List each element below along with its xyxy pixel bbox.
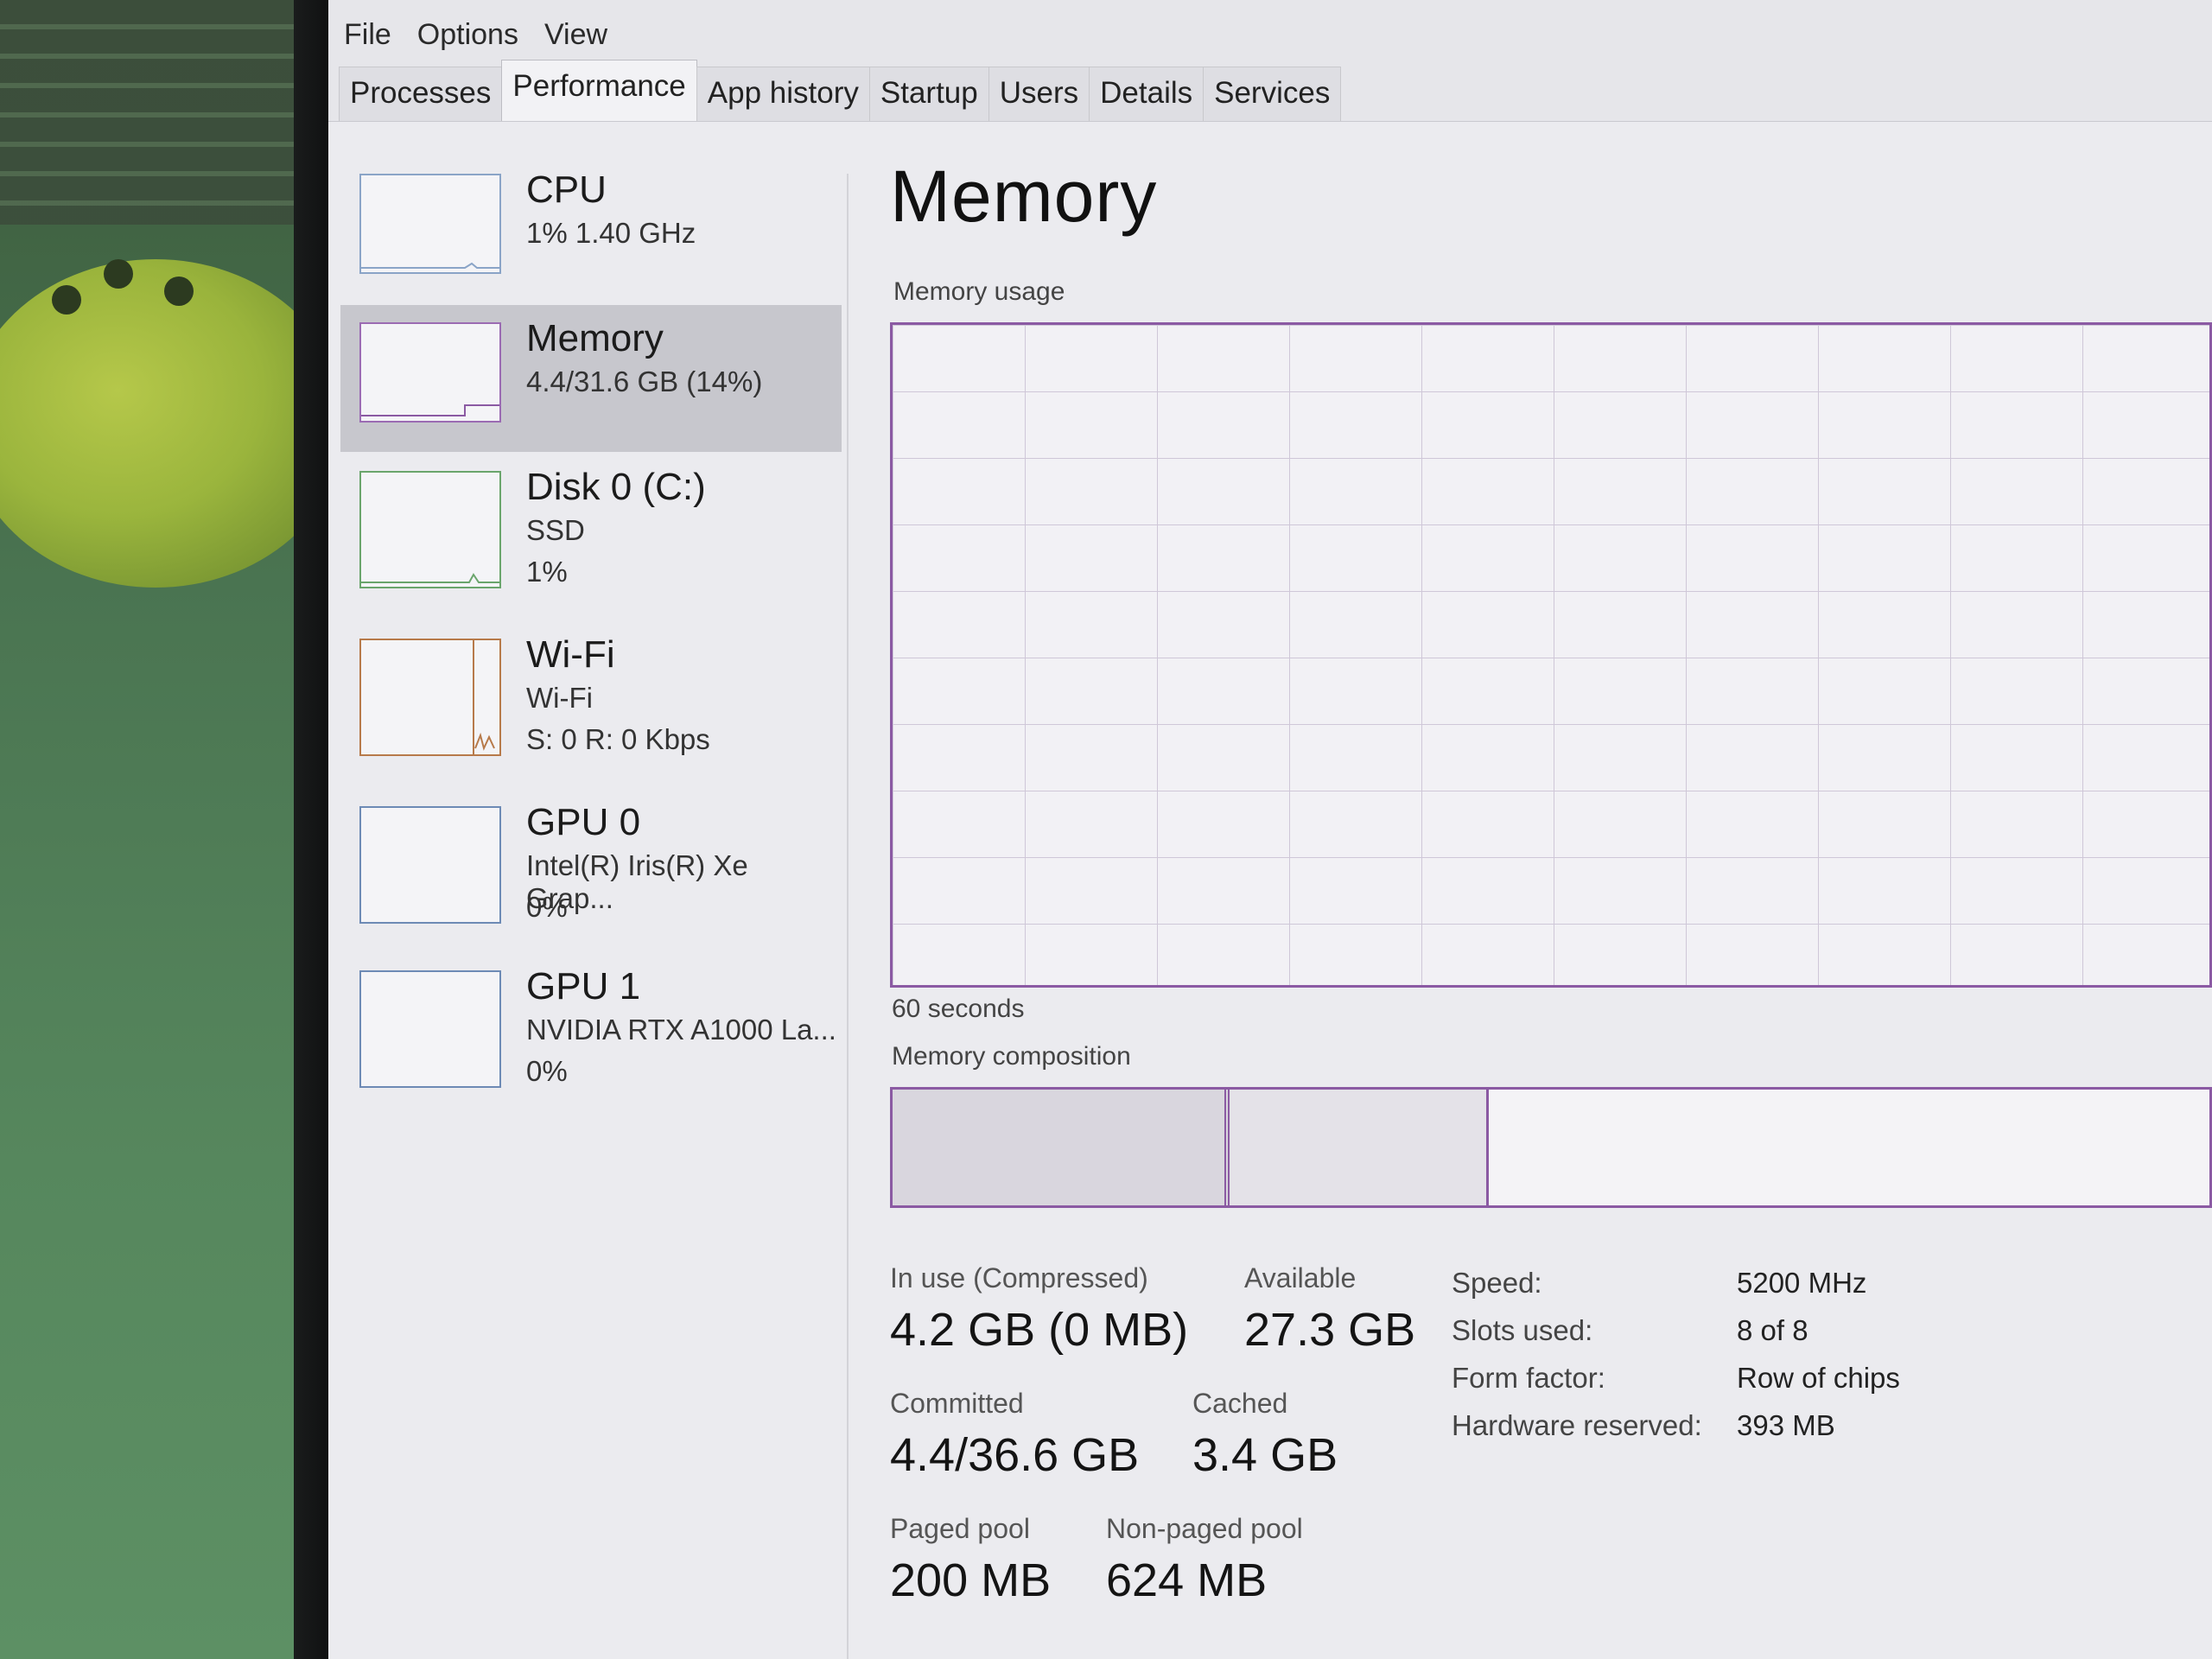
sidebar-item-title: Wi-Fi	[526, 633, 615, 676]
stat-non-paged-pool: Non-paged pool 624 MB	[1106, 1513, 1303, 1607]
detail-value: Row of chips	[1737, 1362, 1900, 1394]
sidebar-item-title: Memory	[526, 317, 664, 359]
sidebar-item-detail: SSD	[526, 514, 585, 546]
tab-processes[interactable]: Processes	[339, 67, 503, 123]
sidebar-item-value: 0%	[526, 1055, 568, 1087]
menu-file[interactable]: File	[344, 18, 391, 52]
memory-composition-bar	[890, 1087, 2212, 1208]
detail-label: Slots used:	[1452, 1314, 1593, 1346]
detail-value: 393 MB	[1737, 1409, 1835, 1441]
stat-cached: Cached 3.4 GB	[1192, 1388, 1338, 1482]
detail-value: 5200 MHz	[1737, 1267, 1867, 1299]
stat-paged-pool: Paged pool 200 MB	[890, 1513, 1051, 1607]
sidebar-item-title: GPU 0	[526, 801, 641, 843]
composition-in-use	[893, 1090, 1230, 1205]
stat-in-use: In use (Compressed) 4.2 GB (0 MB)	[890, 1262, 1188, 1357]
page-title: Memory	[890, 156, 1158, 237]
stat-label: Non-paged pool	[1106, 1513, 1303, 1544]
sidebar-item-detail: Intel(R) Iris(R) Xe Grap...	[526, 849, 748, 914]
memory-usage-graph	[890, 322, 2212, 988]
stat-available: Available 27.3 GB	[1244, 1262, 1415, 1357]
memory-mini-graph	[359, 322, 501, 423]
sidebar-item-title: GPU 1	[526, 965, 641, 1007]
sidebar-item-disk[interactable]: Disk 0 (C:) SSD 1%	[340, 454, 842, 618]
wifi-mini-graph	[359, 639, 501, 756]
tab-performance[interactable]: Performance	[501, 60, 697, 123]
controller-button	[164, 276, 194, 306]
stat-value: 200 MB	[890, 1554, 1052, 1606]
resource-sidebar: CPU 1% 1.40 GHz Memory 4.4/31.6 GB (14%)…	[340, 156, 850, 1659]
sidebar-item-memory[interactable]: Memory 4.4/31.6 GB (14%)	[340, 305, 842, 452]
tab-app-history[interactable]: App history	[696, 67, 870, 123]
sidebar-item-title: CPU	[526, 168, 607, 211]
stat-committed: Committed 4.4/36.6 GB	[890, 1388, 1139, 1482]
menu-view[interactable]: View	[544, 18, 607, 52]
stat-label: Cached	[1192, 1388, 1288, 1419]
sidebar-item-title: Disk 0 (C:)	[526, 466, 706, 508]
controller-button	[104, 259, 133, 289]
sidebar-divider	[847, 174, 849, 1659]
gpu1-mini-graph	[359, 970, 501, 1088]
sidebar-item-gpu1[interactable]: GPU 1 NVIDIA RTX A1000 La... 0%	[340, 953, 842, 1117]
gpu0-mini-graph	[359, 806, 501, 924]
tab-startup[interactable]: Startup	[868, 67, 989, 123]
task-manager-window: File Options View Processes Performance …	[328, 0, 2212, 1659]
stat-value: 3.4 GB	[1192, 1429, 1338, 1481]
sidebar-item-value: 0%	[526, 891, 568, 923]
tab-strip: Processes Performance App history Startu…	[339, 54, 1342, 123]
stat-value: 4.4/36.6 GB	[890, 1429, 1140, 1481]
stat-label: Committed	[890, 1388, 1024, 1419]
sidebar-item-value: S: 0 R: 0 Kbps	[526, 723, 710, 755]
cpu-mini-graph	[359, 174, 501, 274]
menu-options[interactable]: Options	[417, 18, 518, 52]
composition-free	[1489, 1090, 2209, 1205]
disk-mini-graph-line	[361, 573, 499, 583]
composition-label: Memory composition	[892, 1042, 1131, 1071]
sidebar-item-detail: 1% 1.40 GHz	[526, 217, 696, 249]
stat-label: Paged pool	[890, 1513, 1030, 1544]
cpu-mini-graph-line	[361, 262, 499, 269]
sidebar-item-detail: NVIDIA RTX A1000 La...	[526, 1014, 836, 1046]
tab-services[interactable]: Services	[1203, 67, 1342, 123]
disk-mini-graph	[359, 471, 501, 588]
performance-content: CPU 1% 1.40 GHz Memory 4.4/31.6 GB (14%)…	[328, 121, 2212, 1659]
menu-bar: File Options View	[328, 9, 607, 60]
stat-value: 624 MB	[1106, 1554, 1268, 1606]
graph-time-label: 60 seconds	[892, 995, 1025, 1023]
stat-label: Available	[1244, 1262, 1357, 1294]
controller-button	[52, 285, 81, 315]
detail-label: Hardware reserved:	[1452, 1409, 1702, 1441]
sidebar-item-gpu0[interactable]: GPU 0 Intel(R) Iris(R) Xe Grap... 0%	[340, 789, 842, 953]
detail-label: Form factor:	[1452, 1362, 1605, 1394]
wifi-mini-graph-line	[473, 640, 495, 754]
tab-users[interactable]: Users	[988, 67, 1090, 123]
stat-label: In use (Compressed)	[890, 1262, 1148, 1294]
sidebar-item-cpu[interactable]: CPU 1% 1.40 GHz	[340, 156, 842, 303]
usage-graph-label: Memory usage	[893, 277, 1065, 306]
sidebar-item-detail: Wi-Fi	[526, 682, 593, 714]
stat-value: 4.2 GB (0 MB)	[890, 1304, 1189, 1356]
detail-label: Speed:	[1452, 1267, 1542, 1299]
memory-mini-graph-line	[361, 404, 499, 416]
detail-value: 8 of 8	[1737, 1314, 1808, 1346]
memory-panel: Memory Memory usage 60 seconds Memory co…	[890, 139, 2212, 1659]
stat-value: 27.3 GB	[1244, 1304, 1416, 1356]
sidebar-item-wifi[interactable]: Wi-Fi Wi-Fi S: 0 R: 0 Kbps	[340, 621, 842, 785]
composition-standby	[1230, 1090, 1489, 1205]
sidebar-item-value: 1%	[526, 556, 568, 588]
tab-details[interactable]: Details	[1089, 67, 1205, 123]
sidebar-item-detail: 4.4/31.6 GB (14%)	[526, 365, 763, 397]
